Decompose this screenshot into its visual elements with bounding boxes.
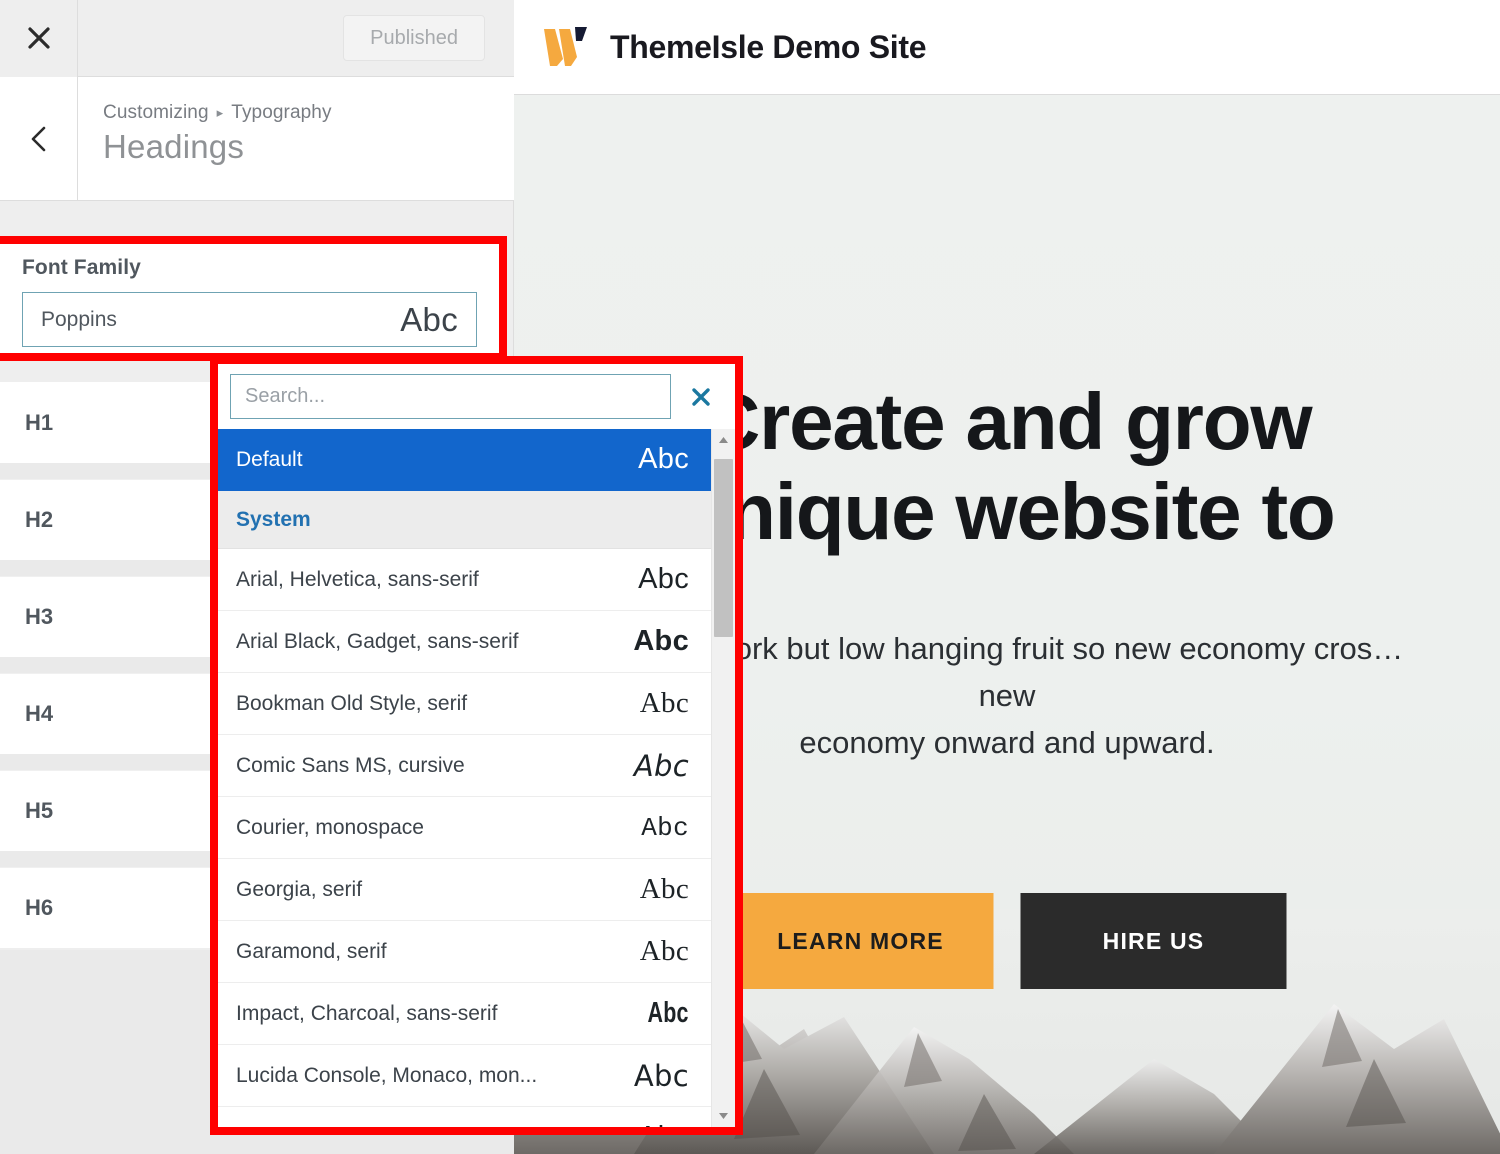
font-option-label: Impact, Charcoal, sans-serif [236, 1001, 498, 1025]
font-option-georgia[interactable]: Georgia, serif Abc [218, 859, 711, 921]
font-family-highlight-box: Font Family Poppins Abc [0, 236, 507, 361]
font-option-label: Arial Black, Gadget, sans-serif [236, 629, 519, 653]
font-option-preview: Abc [633, 1058, 689, 1093]
font-option-preview: Abc [638, 563, 689, 595]
font-option-bookman-old-style[interactable]: Bookman Old Style, serif Abc [218, 673, 711, 735]
font-dropdown: Default Abc System Arial, Helvetica, san… [218, 364, 735, 1127]
heading-row-label: H6 [25, 895, 54, 920]
font-option-preview: Abc [638, 1121, 689, 1127]
font-option-label: Courier, monospace [236, 815, 424, 839]
font-option-lucida-console[interactable]: Lucida Console, Monaco, mon... Abc [218, 1045, 711, 1107]
customizer-section-header: Customizing ▸ Typography Headings [0, 77, 514, 201]
font-option-label: Arial, Helvetica, sans-serif [236, 567, 479, 591]
customizer-topbar: Published [0, 0, 514, 77]
font-option-preview: Abc [639, 873, 689, 905]
hire-us-button[interactable]: HIRE US [1020, 893, 1287, 989]
font-dropdown-highlight-box: Default Abc System Arial, Helvetica, san… [210, 356, 743, 1135]
breadcrumb-separator-icon: ▸ [216, 105, 224, 120]
font-option-label: Lucida Console, Monaco, mon... [236, 1063, 538, 1087]
font-family-label: Font Family [22, 256, 141, 279]
font-group-system: System [218, 491, 711, 549]
triangle-up-icon[interactable] [718, 429, 729, 451]
customizer-titles: Customizing ▸ Typography Headings [78, 77, 514, 200]
close-icon[interactable] [0, 0, 78, 77]
font-option-preview: Abc [633, 748, 689, 783]
search-input[interactable] [230, 374, 671, 419]
font-family-control: Font Family Poppins Abc [0, 244, 499, 353]
close-icon[interactable] [671, 372, 731, 422]
font-group-label: System [236, 507, 311, 531]
w-logo-icon [542, 25, 592, 69]
heading-row-label: H5 [25, 798, 54, 823]
font-dropdown-list-wrap: Default Abc System Arial, Helvetica, san… [218, 429, 735, 1127]
font-option-courier[interactable]: Courier, monospace Abc [218, 797, 711, 859]
heading-row-label: H3 [25, 604, 54, 629]
font-option-default[interactable]: Default Abc [218, 429, 711, 491]
breadcrumb-section[interactable]: Typography [231, 102, 331, 124]
topbar-actions: Published [78, 0, 514, 77]
font-option-preview: Abc [639, 935, 689, 967]
heading-row-label: H4 [25, 701, 54, 726]
font-family-preview: Abc [400, 300, 458, 338]
font-option-preview: Abc [633, 625, 689, 657]
learn-more-button[interactable]: LEARN MORE [727, 893, 994, 989]
font-list-scrollbar[interactable] [711, 429, 735, 1127]
heading-row-label: H1 [25, 409, 54, 435]
font-option-preview: Abc [639, 687, 689, 719]
font-option-label: Lucida Sans Unicode, Lucida G... [236, 1126, 548, 1128]
site-header: ThemeIsle Demo Site [514, 0, 1500, 95]
breadcrumb-root[interactable]: Customizing [103, 102, 209, 124]
screenshot-root: ThemeIsle Demo Site Create and grow uniq… [0, 0, 1500, 1154]
page-title: Headings [103, 128, 245, 165]
font-option-preview: Abc [638, 443, 689, 475]
font-option-label: Default [236, 447, 303, 471]
font-option-label: Comic Sans MS, cursive [236, 753, 465, 777]
font-option-comic-sans-ms[interactable]: Comic Sans MS, cursive Abc [218, 735, 711, 797]
font-option-label: Bookman Old Style, serif [236, 691, 468, 715]
font-dropdown-search-row [218, 364, 735, 429]
hero-cta-group: LEARN MORE HIRE US [727, 893, 1287, 989]
scrollbar-track[interactable] [712, 451, 735, 1105]
font-option-label: Garamond, serif [236, 939, 387, 963]
font-option-garamond[interactable]: Garamond, serif Abc [218, 921, 711, 983]
published-button[interactable]: Published [343, 15, 485, 61]
font-option-arial-black[interactable]: Arial Black, Gadget, sans-serif Abc [218, 611, 711, 673]
triangle-down-icon[interactable] [718, 1105, 729, 1127]
font-option-arial[interactable]: Arial, Helvetica, sans-serif Abc [218, 549, 711, 611]
font-option-preview: Abc [641, 812, 689, 843]
font-family-value: Poppins [41, 307, 117, 331]
font-option-list: Default Abc System Arial, Helvetica, san… [218, 429, 711, 1127]
font-family-select[interactable]: Poppins Abc [22, 292, 477, 347]
scrollbar-thumb[interactable] [714, 459, 733, 637]
site-title: ThemeIsle Demo Site [610, 28, 927, 65]
heading-row-label: H2 [25, 507, 54, 532]
font-option-impact[interactable]: Impact, Charcoal, sans-serif Abc [218, 983, 711, 1045]
font-option-preview: Abc [647, 997, 689, 1029]
chevron-left-icon[interactable] [0, 77, 78, 200]
font-option-label: Georgia, serif [236, 877, 363, 901]
breadcrumb: Customizing ▸ Typography [103, 102, 514, 124]
font-option-lucida-sans-unicode[interactable]: Lucida Sans Unicode, Lucida G... Abc [218, 1107, 711, 1127]
